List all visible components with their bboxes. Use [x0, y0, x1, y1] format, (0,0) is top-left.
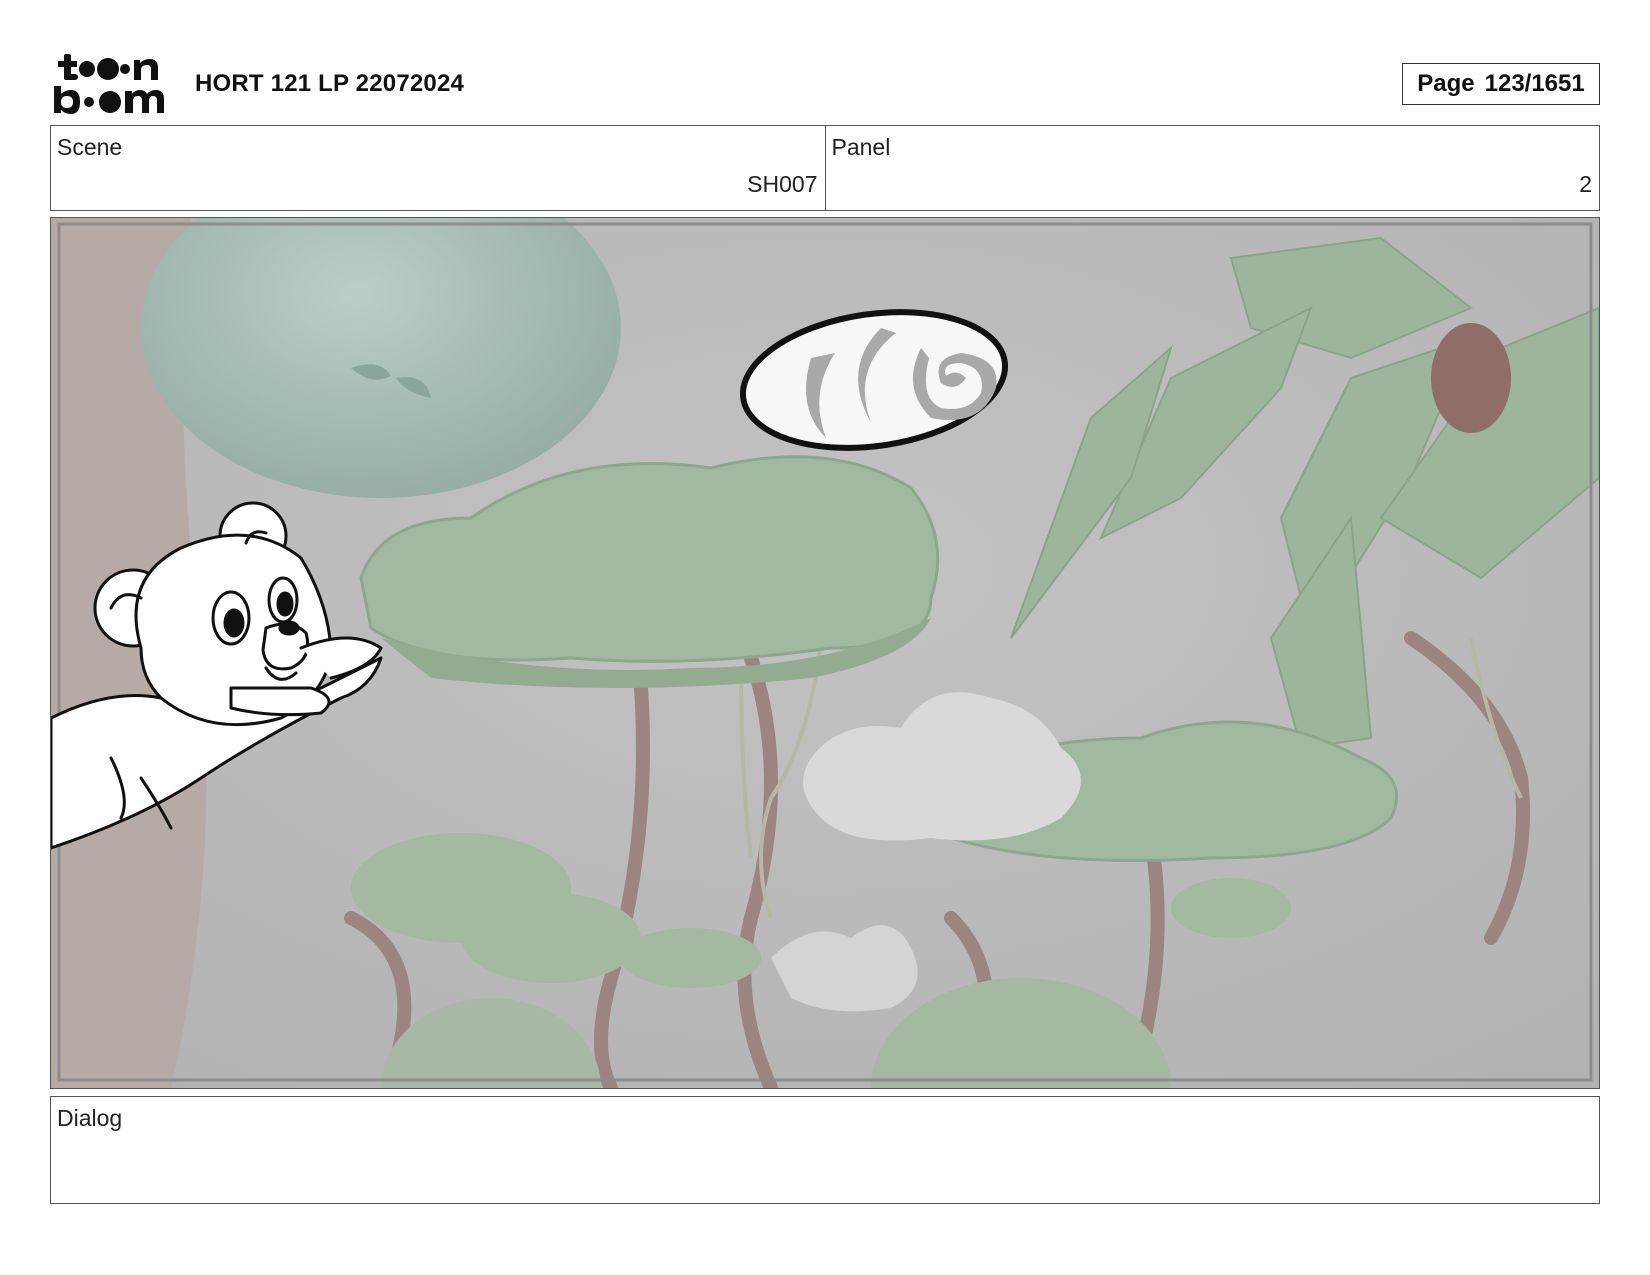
storyboard-panel: [50, 217, 1600, 1089]
scene-label: Scene: [57, 134, 123, 160]
page-label: Page: [1417, 70, 1475, 97]
panel-value: 2: [1579, 171, 1592, 197]
toon-boom-logo: [54, 52, 170, 116]
page-number: 123/1651: [1484, 70, 1585, 97]
scene-cell: Scene SH007: [51, 126, 825, 210]
dialog-label: Dialog: [57, 1105, 123, 1131]
panel-artwork: [51, 218, 1599, 1088]
project-title: HORT 121 LP 22072024: [195, 70, 465, 97]
page-indicator: Page 123/1651: [1402, 63, 1600, 105]
panel-cell: Panel 2: [824, 126, 1600, 210]
scene-panel-row: Scene SH007 Panel 2: [50, 125, 1600, 211]
dialog-box: Dialog: [50, 1096, 1600, 1204]
panel-label: Panel: [831, 134, 891, 160]
scene-value: SH007: [747, 171, 818, 197]
